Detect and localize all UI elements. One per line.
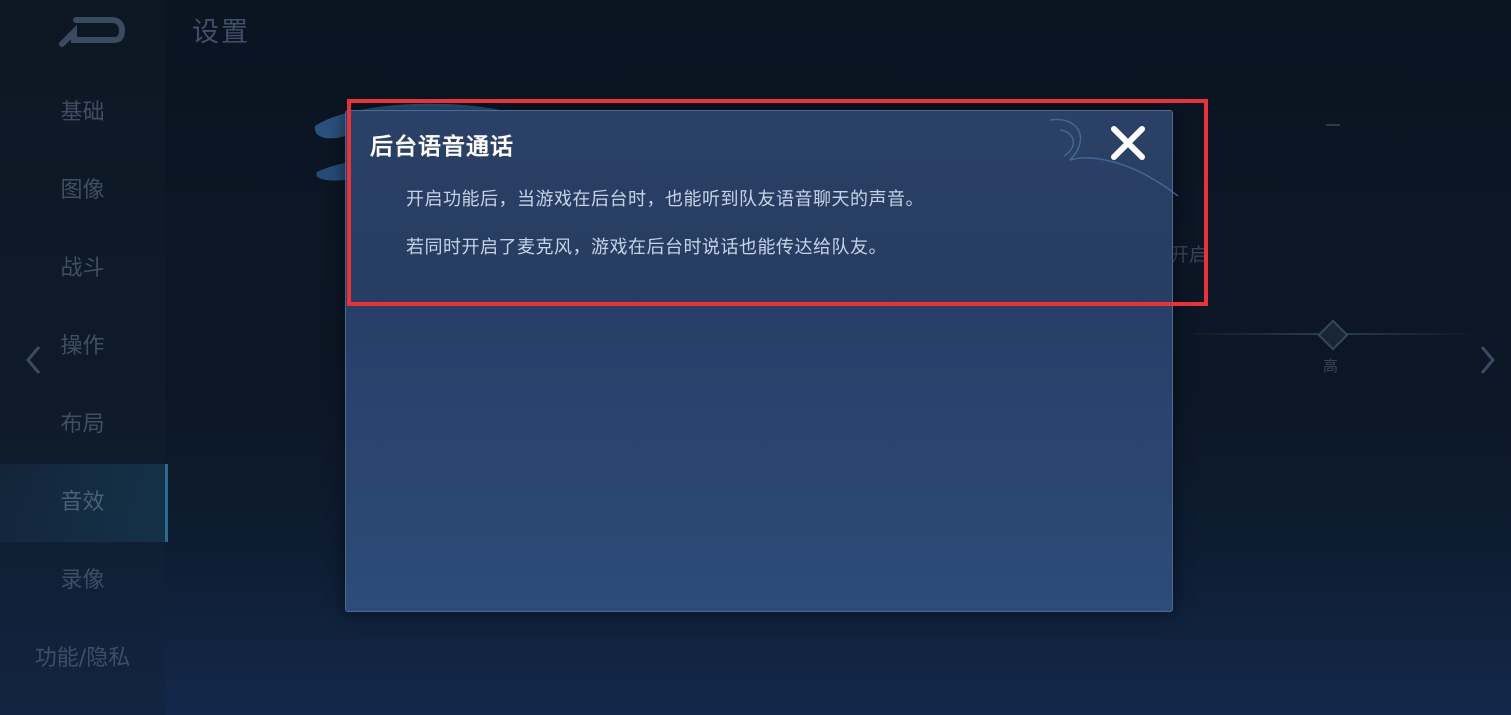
sidebar-item-battle[interactable]: 战斗 xyxy=(0,230,165,308)
close-button[interactable] xyxy=(1108,123,1148,163)
page-title: 设置 xyxy=(192,17,250,48)
sidebar-item-replay[interactable]: 录像 xyxy=(0,542,165,620)
dialog-description-line-1: 开启功能后，当游戏在后台时，也能听到队友语音聊天的声音。 xyxy=(406,189,924,210)
sidebar-item-privacy[interactable]: 功能/隐私 xyxy=(0,620,165,698)
prev-arrow-button[interactable] xyxy=(24,344,42,376)
back-arrow-icon xyxy=(59,17,126,47)
background-slider-knob xyxy=(1317,319,1349,351)
sidebar-item-sound[interactable]: 音效 xyxy=(0,464,168,542)
dialog-title: 后台语音通话 xyxy=(370,134,514,160)
sidebar-item-basic[interactable]: 基础 xyxy=(0,74,165,152)
background-slider-label: 高 xyxy=(1323,357,1339,375)
sidebar-item-layout[interactable]: 布局 xyxy=(0,386,165,464)
background-voice-call-dialog: 后台语音通话 开启功能后，当游戏在后台时，也能听到队友语音聊天的声音。 若同时开… xyxy=(345,110,1173,612)
back-button[interactable] xyxy=(56,10,128,50)
next-arrow-button[interactable] xyxy=(1479,344,1497,376)
chevron-left-icon xyxy=(26,346,41,374)
background-divider xyxy=(1326,124,1340,126)
background-toggle-label: 开启 xyxy=(1170,244,1209,266)
chevron-right-icon xyxy=(1480,346,1495,374)
close-icon xyxy=(1111,126,1145,160)
dialog-description-line-2: 若同时开启了麦克风，游戏在后台时说话也能传达给队友。 xyxy=(406,237,887,258)
sidebar-item-image[interactable]: 图像 xyxy=(0,152,165,230)
